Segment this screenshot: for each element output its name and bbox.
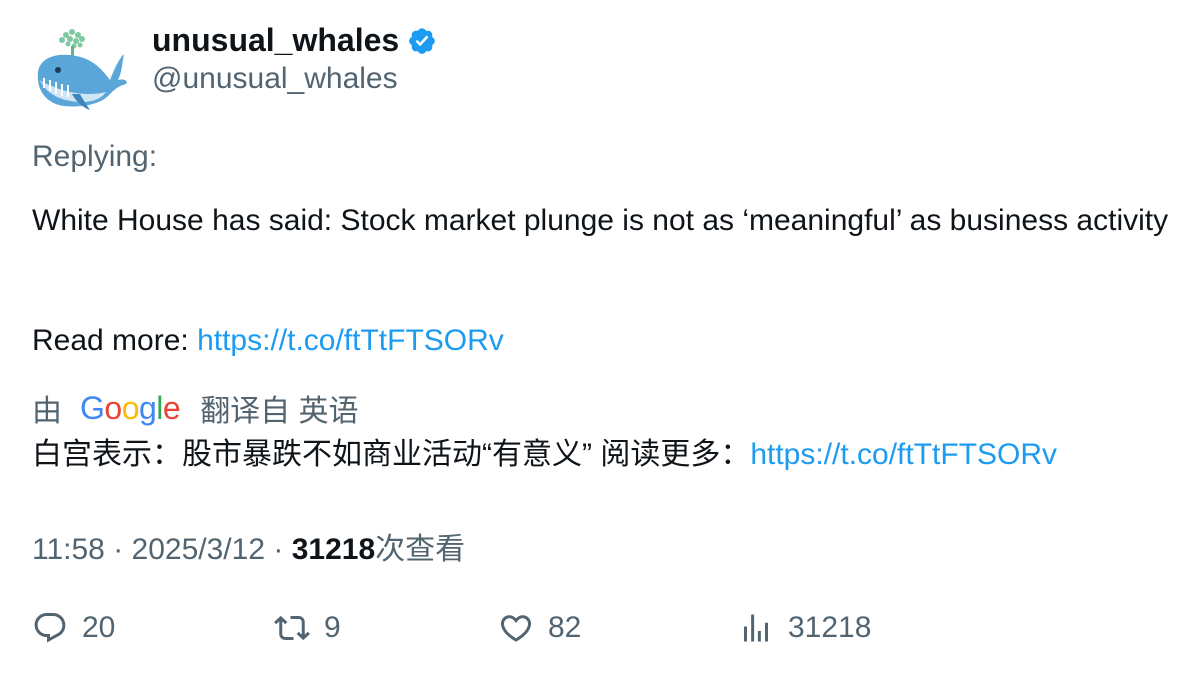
- read-more-label: Read more:: [32, 324, 198, 357]
- views-count: 31218: [291, 533, 376, 566]
- views-action-count: 31218: [788, 611, 872, 644]
- reply-button[interactable]: 20: [32, 610, 115, 646]
- views-button[interactable]: 31218: [738, 610, 871, 646]
- verified-badge-icon: [407, 26, 437, 56]
- meta-separator: ·: [273, 533, 284, 566]
- tweet-text: White House has said: Stock market plung…: [32, 204, 1169, 237]
- replying-label: Replying:: [32, 140, 158, 173]
- analytics-icon: [744, 614, 768, 642]
- retweet-icon: [274, 615, 310, 641]
- author-handle[interactable]: @unusual_whales: [152, 62, 398, 96]
- google-logo: Google: [80, 389, 181, 426]
- meta-separator: ·: [113, 533, 124, 566]
- action-bar: 20 9 82 31218: [32, 610, 1172, 654]
- tweet-link[interactable]: https://t.co/ftTtFTSORv: [197, 324, 504, 357]
- avatar[interactable]: [32, 24, 128, 112]
- translated-text: 白宫表示：股市暴跌不如商业活动“有意义” 阅读更多：: [32, 438, 751, 471]
- retweet-count: 9: [324, 611, 341, 644]
- translated-from-label[interactable]: 翻译自 英语: [200, 386, 358, 430]
- views-label: 次查看: [375, 533, 466, 566]
- author-name-row: unusual_whales: [152, 22, 437, 59]
- whale-logo-icon: [37, 29, 127, 110]
- tweet-date[interactable]: 2025/3/12: [132, 533, 265, 566]
- author-display-name[interactable]: unusual_whales: [152, 22, 399, 59]
- translation-attribution: 由 Google 翻译自 英语: [32, 386, 359, 430]
- translated-link[interactable]: https://t.co/ftTtFTSORv: [750, 438, 1057, 471]
- translated-text-line: 白宫表示：股市暴跌不如商业活动“有意义” 阅读更多：https://t.co/f…: [32, 435, 1057, 475]
- tweet-time[interactable]: 11:58: [32, 533, 105, 566]
- heart-icon: [500, 615, 532, 642]
- translated-by-label: 由: [32, 395, 62, 428]
- read-more-line: Read more: https://t.co/ftTtFTSORv: [32, 321, 504, 361]
- tweet-meta: 11:58 · 2025/3/12 · 31218次查看: [32, 524, 465, 568]
- like-button[interactable]: 82: [498, 610, 581, 646]
- reply-icon: [34, 613, 66, 643]
- reply-count: 20: [82, 611, 116, 644]
- like-count: 82: [548, 611, 582, 644]
- retweet-button[interactable]: 9: [274, 610, 341, 646]
